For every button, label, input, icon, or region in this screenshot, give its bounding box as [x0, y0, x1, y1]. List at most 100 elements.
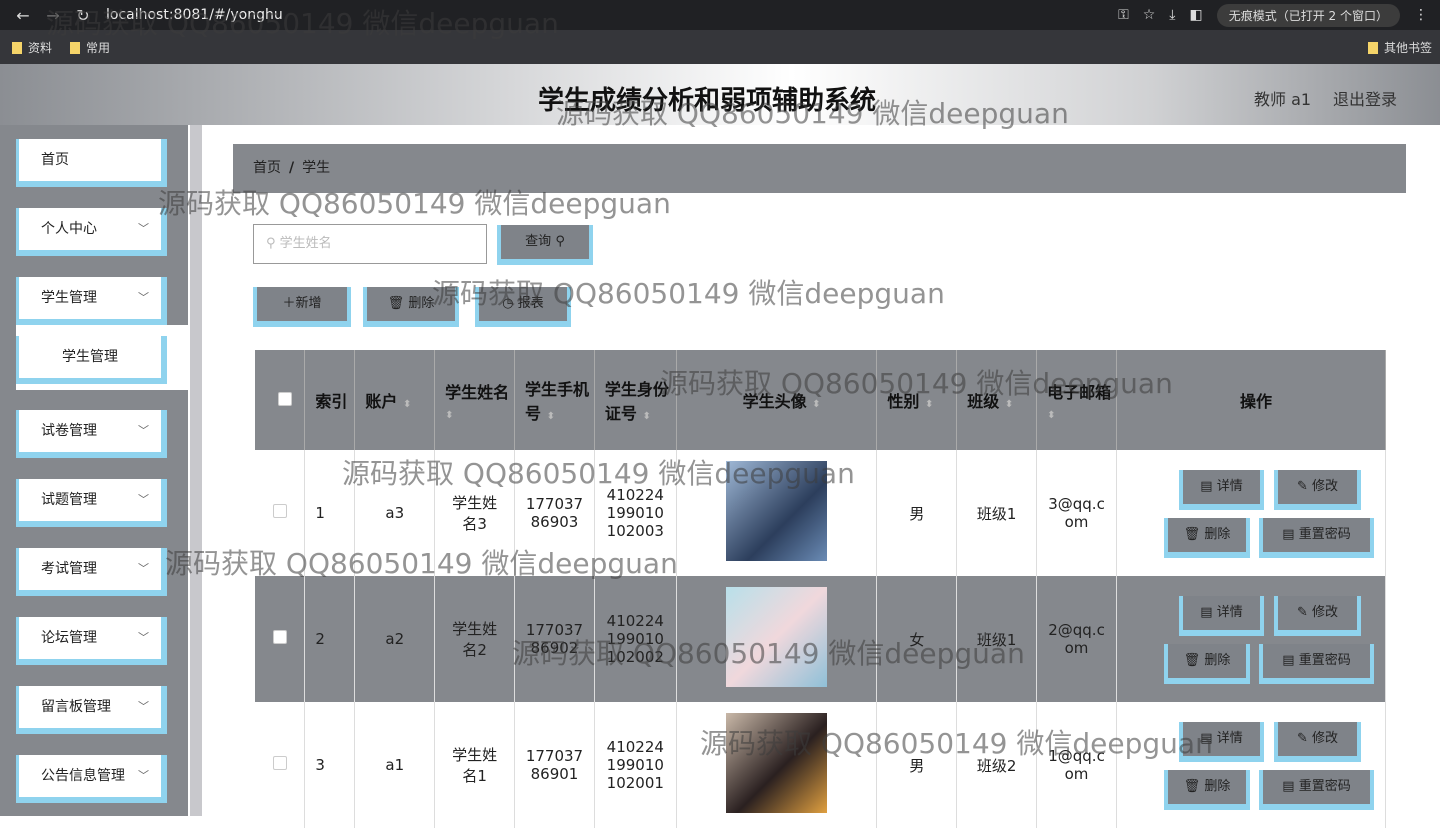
checkbox[interactable] — [272, 630, 287, 644]
edit-button[interactable]: ✎ 修改 — [1274, 722, 1361, 762]
table-row: 3 a1 学生姓名1 17703786901 41022419901010200… — [255, 702, 1386, 828]
search-button[interactable]: 查询 ⚲ — [497, 225, 593, 265]
document-icon: ▤ — [1200, 605, 1217, 620]
col-name[interactable]: 学生姓名 ⬍ — [434, 350, 516, 450]
sort-icon[interactable]: ⬍ — [925, 399, 933, 410]
star-icon[interactable]: ☆ — [1143, 7, 1156, 23]
reset-password-button[interactable]: ▤ 重置密码 — [1259, 644, 1374, 684]
cell-gender: 女 — [876, 576, 958, 702]
sort-icon[interactable]: ⬍ — [1047, 410, 1055, 421]
other-bookmarks[interactable]: 其他书签 — [1367, 39, 1440, 56]
trash-icon: 🗑 — [1183, 653, 1205, 668]
detail-button[interactable]: ▤ 详情 — [1179, 470, 1264, 510]
cell-idcard: 410224199010102003 — [594, 450, 677, 576]
report-button[interactable]: ◷ 报表 — [475, 287, 571, 327]
cell-index: 2 — [304, 576, 356, 702]
sidebar-scrollbar[interactable] — [190, 125, 202, 816]
chevron-down-icon: ﹀ — [138, 562, 149, 575]
sidebar-item-notice[interactable]: 公告信息管理 ﹀ — [16, 755, 167, 803]
cell-account: a1 — [354, 702, 436, 828]
student-avatar — [726, 713, 828, 813]
col-email[interactable]: 电子邮箱 ⬍ — [1036, 350, 1117, 450]
row-select[interactable] — [255, 576, 306, 702]
document-icon: ▤ — [1200, 731, 1217, 746]
reload-icon[interactable]: ↻ — [68, 6, 98, 25]
app-header: 学生成绩分析和弱项辅助系统 教师 a1 退出登录 — [0, 64, 1440, 125]
col-gender[interactable]: 性别 ⬍ — [876, 350, 958, 450]
document-icon: ▤ — [1282, 527, 1299, 542]
sort-icon[interactable]: ⬍ — [1005, 399, 1013, 410]
incognito-badge[interactable]: 无痕模式（已打开 2 个窗口） — [1216, 3, 1400, 27]
sidebar-item-forum[interactable]: 论坛管理 ﹀ — [16, 617, 167, 665]
cell-actions: ▤ 详情 ✎ 修改 🗑 删除 ▤ 重置密码 — [1116, 702, 1386, 828]
sort-icon[interactable]: ⬍ — [547, 411, 555, 422]
col-phone[interactable]: 学生手机号 ⬍ — [514, 350, 595, 450]
document-icon: ▤ — [1282, 779, 1299, 794]
col-account[interactable]: 账户 ⬍ — [354, 350, 436, 450]
cell-name: 学生姓名1 — [434, 702, 516, 828]
cell-idcard: 410224199010102002 — [594, 576, 677, 702]
student-table: 索引 账户 ⬍ 学生姓名 ⬍ 学生手机号 ⬍ 学生身份证号 ⬍ 学生头像 ⬍ 性… — [255, 350, 1386, 828]
delete-row-button[interactable]: 🗑 删除 — [1164, 644, 1250, 684]
row-select[interactable] — [255, 450, 306, 576]
back-icon[interactable]: ← — [8, 6, 38, 25]
sidebar-item-profile[interactable]: 个人中心 ﹀ — [16, 208, 167, 256]
sidebar-item-exam[interactable]: 考试管理 ﹀ — [16, 548, 167, 596]
cell-idcard: 410224199010102001 — [594, 702, 677, 828]
sidebar-item-home[interactable]: 首页 — [16, 139, 167, 187]
detail-button[interactable]: ▤ 详情 — [1179, 596, 1264, 636]
pencil-icon: ✎ — [1296, 731, 1312, 746]
checkbox[interactable] — [272, 756, 287, 770]
sidebar-subitem-student[interactable]: 学生管理 — [16, 336, 167, 384]
browser-toolbar: ← → ↻ localhost:8081/#/yonghu ⚿ ☆ ⤓ ◧ 无痕… — [0, 0, 1440, 30]
cell-index: 3 — [304, 702, 356, 828]
logout-link[interactable]: 退出登录 — [1333, 86, 1397, 110]
reset-password-button[interactable]: ▤ 重置密码 — [1259, 770, 1374, 810]
sidebar-item-student-mgmt[interactable]: 学生管理 ﹀ — [16, 277, 167, 325]
edit-button[interactable]: ✎ 修改 — [1274, 596, 1361, 636]
bookmark[interactable]: 资料 — [12, 39, 52, 56]
col-actions: 操作 — [1116, 350, 1386, 450]
cell-class: 班级1 — [956, 450, 1038, 576]
download-icon[interactable]: ⤓ — [1169, 7, 1175, 23]
trash-icon: 🗑 — [1183, 527, 1205, 542]
sidebar-item-question[interactable]: 试题管理 ﹀ — [16, 479, 167, 527]
sort-icon[interactable]: ⬍ — [642, 411, 650, 422]
forward-icon[interactable]: → — [38, 6, 68, 25]
bookmarks-bar: 资料 常用 其他书签 — [0, 30, 1440, 64]
sidepanel-icon[interactable]: ◧ — [1190, 7, 1203, 23]
cell-email: 3@qq.com — [1036, 450, 1117, 576]
delete-button[interactable]: 🗑 删除 — [363, 287, 459, 327]
bookmark[interactable]: 常用 — [70, 39, 110, 56]
chevron-down-icon: ﹀ — [138, 424, 149, 437]
address-bar[interactable]: localhost:8081/#/yonghu — [106, 7, 283, 23]
detail-button[interactable]: ▤ 详情 — [1179, 722, 1264, 762]
checkbox[interactable] — [272, 504, 287, 518]
cell-phone: 17703786903 — [514, 450, 595, 576]
col-avatar[interactable]: 学生头像 ⬍ — [676, 350, 878, 450]
checkbox[interactable] — [277, 391, 292, 406]
col-idcard[interactable]: 学生身份证号 ⬍ — [594, 350, 677, 450]
row-select[interactable] — [255, 702, 306, 828]
reset-password-button[interactable]: ▤ 重置密码 — [1259, 518, 1374, 558]
sidebar-item-messages[interactable]: 留言板管理 ﹀ — [16, 686, 167, 734]
sort-icon[interactable]: ⬍ — [812, 399, 820, 410]
col-class[interactable]: 班级 ⬍ — [956, 350, 1038, 450]
edit-button[interactable]: ✎ 修改 — [1274, 470, 1361, 510]
delete-row-button[interactable]: 🗑 删除 — [1164, 518, 1250, 558]
breadcrumb-home[interactable]: 首页 — [253, 160, 281, 176]
delete-row-button[interactable]: 🗑 删除 — [1164, 770, 1250, 810]
cell-avatar — [676, 702, 878, 828]
chevron-down-icon: ﹀ — [138, 493, 149, 506]
select-all[interactable] — [255, 350, 306, 450]
sort-icon[interactable]: ⬍ — [445, 410, 453, 421]
key-icon[interactable]: ⚿ — [1118, 7, 1129, 23]
search-input[interactable]: ⚲ 学生姓名 — [253, 224, 487, 264]
menu-icon[interactable]: ⋮ — [1414, 7, 1428, 23]
cell-phone: 17703786902 — [514, 576, 595, 702]
cell-account: a3 — [354, 450, 436, 576]
cell-name: 学生姓名2 — [434, 576, 516, 702]
sidebar-item-paper[interactable]: 试卷管理 ﹀ — [16, 410, 167, 458]
add-button[interactable]: ＋新增 — [253, 287, 351, 327]
sort-icon[interactable]: ⬍ — [403, 399, 411, 410]
